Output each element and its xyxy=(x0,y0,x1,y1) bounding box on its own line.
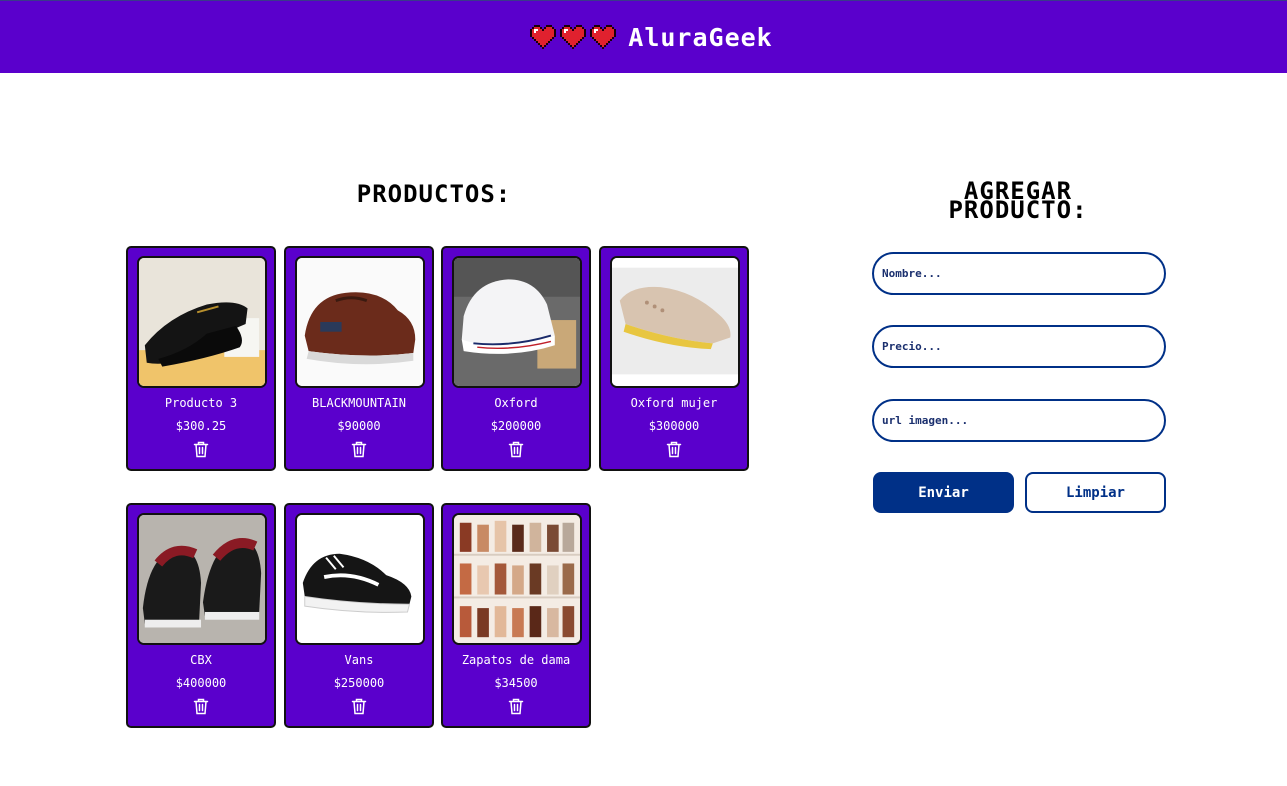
product-name: CBX xyxy=(190,653,212,667)
heart-icon xyxy=(590,25,617,49)
product-card: BLACKMOUNTAIN $90000 xyxy=(284,246,434,471)
product-price: $250000 xyxy=(333,676,385,690)
product-card: CBX $400000 xyxy=(126,503,276,728)
submit-button[interactable]: Enviar xyxy=(873,472,1014,513)
image-url-input[interactable] xyxy=(872,399,1166,442)
product-name: Producto 3 xyxy=(164,396,238,410)
trash-icon[interactable] xyxy=(508,441,524,458)
form-title: AGREGAR PRODUCTO: xyxy=(898,179,1138,224)
product-card: Oxford $200000 xyxy=(441,246,591,471)
product-price: $400000 xyxy=(175,676,227,690)
form-title-line2: PRODUCTO: xyxy=(948,196,1088,224)
brand-name: AluraGeek xyxy=(628,22,773,52)
site-header: AluraGeek xyxy=(0,0,1287,73)
product-price: $200000 xyxy=(490,419,542,433)
products-title: PRODUCTOS: xyxy=(356,180,512,208)
product-price: $300000 xyxy=(648,419,700,433)
trash-icon[interactable] xyxy=(193,698,209,715)
product-card: Producto 3 $300.25 xyxy=(126,246,276,471)
trash-icon[interactable] xyxy=(666,441,682,458)
product-name: Oxford mujer xyxy=(630,396,718,410)
product-name: Zapatos de dama xyxy=(461,653,571,667)
product-image xyxy=(295,256,425,388)
product-image xyxy=(452,513,582,645)
trash-icon[interactable] xyxy=(193,441,209,458)
product-name: BLACKMOUNTAIN xyxy=(312,396,406,410)
clear-button[interactable]: Limpiar xyxy=(1025,472,1166,513)
trash-icon[interactable] xyxy=(351,698,367,715)
product-card: Zapatos de dama $34500 xyxy=(441,503,591,728)
product-price: $90000 xyxy=(337,419,381,433)
heart-icon xyxy=(560,25,587,49)
product-price: $300.25 xyxy=(175,419,227,433)
product-image xyxy=(137,513,267,645)
brand-logo[interactable]: AluraGeek xyxy=(530,23,772,52)
product-name: Vans xyxy=(344,653,374,667)
trash-icon[interactable] xyxy=(351,441,367,458)
product-price: $34500 xyxy=(494,676,538,690)
product-card: Vans $250000 xyxy=(284,503,434,728)
product-image xyxy=(452,256,582,388)
product-image xyxy=(137,256,267,388)
heart-icon xyxy=(530,25,557,49)
product-image xyxy=(610,256,740,388)
product-card: Oxford mujer $300000 xyxy=(599,246,749,471)
price-input[interactable] xyxy=(872,325,1166,368)
product-name: Oxford xyxy=(494,396,538,410)
name-input[interactable] xyxy=(872,252,1166,295)
trash-icon[interactable] xyxy=(508,698,524,715)
product-image xyxy=(295,513,425,645)
